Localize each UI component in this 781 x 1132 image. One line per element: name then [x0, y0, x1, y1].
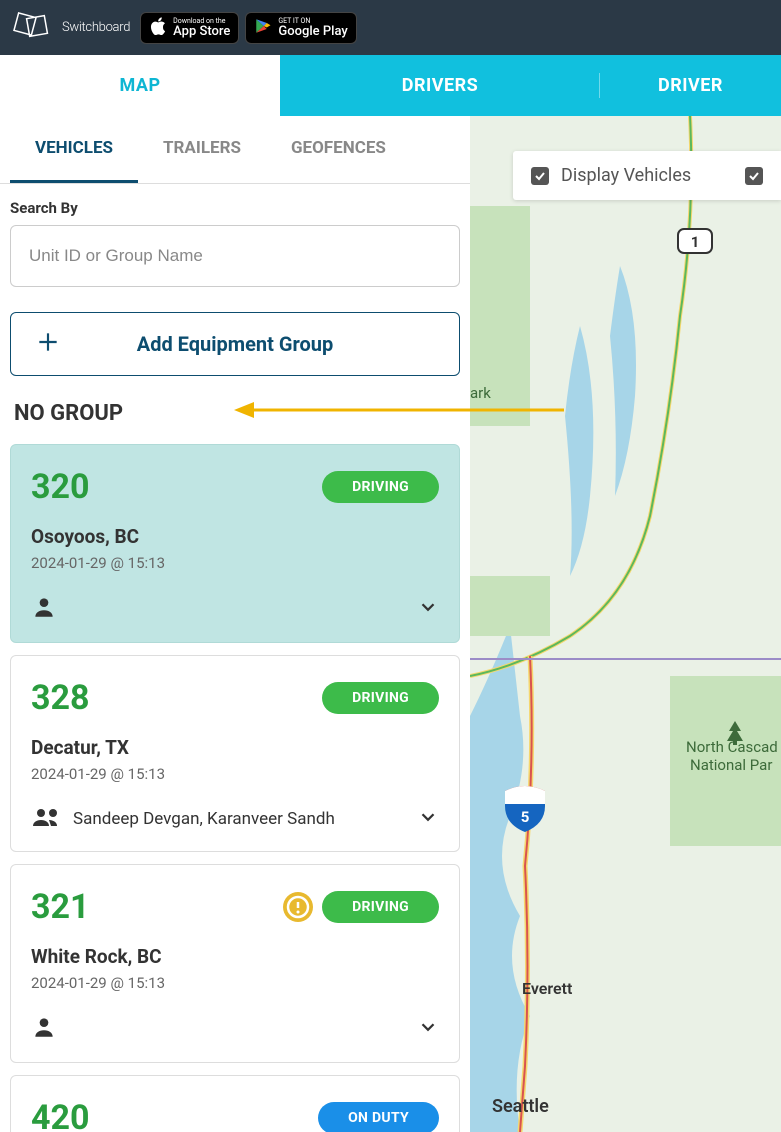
vehicle-id: 328 — [31, 678, 90, 718]
sub-tabs: VEHICLES TRAILERS GEOFENCES — [0, 116, 470, 184]
display-vehicles-toggle[interactable]: Display Vehicles — [531, 165, 691, 186]
map-area[interactable]: 1 5 ark North Cascad National Par Everet… — [470, 116, 781, 1132]
apple-icon — [149, 17, 167, 39]
vehicle-location: Decatur, TX — [31, 736, 439, 759]
status-badge: DRIVING — [322, 682, 439, 714]
group-title: NO GROUP — [0, 391, 470, 438]
search-label: Search By — [10, 199, 460, 217]
svg-text:1: 1 — [691, 233, 700, 251]
subtab-trailers[interactable]: TRAILERS — [138, 116, 266, 183]
tab-driver-2[interactable]: DRIVER — [600, 55, 781, 116]
person-icon — [31, 1014, 57, 1044]
subtab-geofences[interactable]: GEOFENCES — [266, 116, 411, 183]
chevron-down-icon[interactable] — [417, 806, 439, 832]
vehicle-card[interactable]: 320 DRIVING Osoyoos, BC 2024-01-29 @ 15:… — [10, 444, 460, 643]
map-background: 1 5 ark North Cascad National Par Everet… — [470, 116, 781, 1132]
tab-drivers[interactable]: DRIVERS — [280, 55, 600, 116]
people-icon — [31, 805, 63, 833]
svg-text:National Par: National Par — [690, 756, 772, 774]
vehicle-card[interactable]: 420 ON DUTY — [10, 1075, 460, 1132]
plus-icon — [35, 329, 61, 359]
search-input[interactable] — [10, 225, 460, 287]
sidebar: VEHICLES TRAILERS GEOFENCES Search By Ad… — [0, 116, 470, 1132]
app-store-badge[interactable]: Download on the App Store — [140, 12, 239, 44]
status-badge: DRIVING — [322, 891, 439, 923]
svg-text:5: 5 — [521, 808, 530, 826]
checkbox-label: Display Vehicles — [561, 165, 691, 186]
brand-logo[interactable]: Switchboard — [10, 11, 130, 45]
search-section: Search By — [0, 184, 470, 297]
add-group-label: Add Equipment Group — [11, 332, 459, 356]
chevron-down-icon[interactable] — [417, 1016, 439, 1042]
svg-text:Seattle: Seattle — [492, 1096, 549, 1117]
vehicle-timestamp: 2024-01-29 @ 15:13 — [31, 765, 439, 783]
svg-text:Everett: Everett — [522, 979, 573, 998]
checkbox-checked-icon — [531, 167, 549, 185]
status-badge: DRIVING — [322, 471, 439, 503]
person-icon — [31, 594, 57, 624]
switchboard-logo-icon — [10, 11, 54, 45]
vehicle-id: 321 — [31, 887, 90, 927]
google-play-icon — [254, 17, 272, 39]
tab-map[interactable]: MAP — [0, 55, 280, 116]
top-bar: Switchboard Download on the App Store GE… — [0, 0, 781, 55]
add-equipment-group-button[interactable]: Add Equipment Group — [10, 312, 460, 376]
brand-name: Switchboard — [62, 20, 130, 35]
store-badges: Download on the App Store GET IT ON Goog… — [140, 12, 357, 44]
vehicle-card[interactable]: 321 DRIVING White Rock, BC 2024-01-29 @ … — [10, 864, 460, 1063]
driver-names: Sandeep Devgan, Karanveer Sandh — [73, 809, 335, 829]
checkbox-checked-icon — [745, 167, 763, 185]
subtab-vehicles[interactable]: VEHICLES — [10, 116, 138, 183]
vehicle-timestamp: 2024-01-29 @ 15:13 — [31, 554, 439, 572]
alert-icon — [282, 891, 314, 923]
display-toggle-2[interactable] — [745, 167, 763, 185]
vehicle-location: Osoyoos, BC — [31, 525, 439, 548]
status-badge: ON DUTY — [318, 1102, 439, 1132]
vehicle-timestamp: 2024-01-29 @ 15:13 — [31, 974, 439, 992]
vehicle-card[interactable]: 328 DRIVING Decatur, TX 2024-01-29 @ 15:… — [10, 655, 460, 852]
main-tabs: MAP DRIVERS DRIVER — [0, 55, 781, 116]
vehicle-location: White Rock, BC — [31, 945, 439, 968]
svg-text:North Cascad: North Cascad — [686, 738, 778, 756]
vehicle-id: 420 — [31, 1098, 90, 1132]
svg-text:ark: ark — [470, 384, 491, 402]
play-store-badge[interactable]: GET IT ON Google Play — [245, 12, 356, 44]
chevron-down-icon[interactable] — [417, 596, 439, 622]
vehicle-id: 320 — [31, 467, 90, 507]
map-layers-panel: Display Vehicles — [513, 151, 781, 200]
